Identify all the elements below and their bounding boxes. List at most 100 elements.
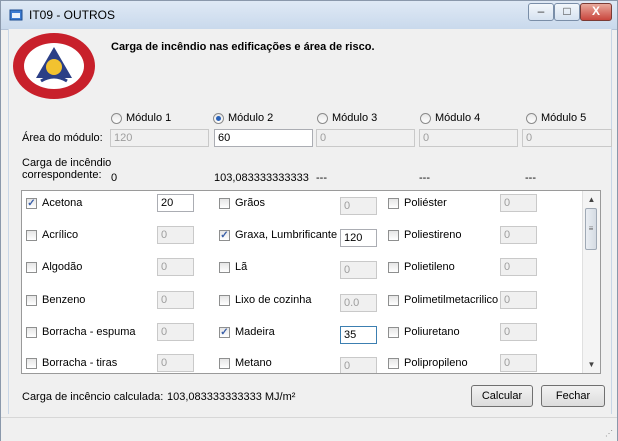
checkbox-acrilico[interactable]: Acrílico (26, 229, 78, 241)
area-input-modulo-2[interactable]: 60 (214, 129, 313, 147)
checkbox-madeira[interactable]: ✓ Madeira (219, 326, 275, 338)
checkbox-la[interactable]: Lã (219, 261, 247, 273)
checkbox-label: Poliestireno (404, 229, 462, 241)
input-metano[interactable]: 0 (340, 357, 377, 373)
checkbox-icon[interactable] (26, 326, 37, 338)
close-button[interactable]: X (580, 3, 612, 21)
checkbox-icon[interactable] (26, 261, 37, 273)
input-graos[interactable]: 0 (340, 197, 377, 215)
checkbox-borracha-tiras[interactable]: Borracha - tiras (26, 357, 117, 369)
checkbox-graxa-lumbrificante[interactable]: ✓ Graxa, Lumbrificante (219, 229, 337, 241)
checkbox-polimetilmetacrilico[interactable]: Polimetilmetacrilico (388, 294, 498, 306)
input-polietileno[interactable]: 0 (500, 258, 537, 276)
calcular-button[interactable]: Calcular (471, 385, 533, 407)
area-input-modulo-1[interactable]: 120 (110, 129, 209, 147)
radio-button-icon[interactable] (213, 112, 224, 124)
radio-modulo-4[interactable]: Módulo 4 (420, 112, 480, 124)
checkbox-checked-icon[interactable]: ✓ (219, 326, 230, 338)
fechar-button[interactable]: Fechar (541, 385, 605, 407)
checkbox-icon[interactable] (388, 294, 399, 306)
materials-panel[interactable]: ✓ Acetona 20 Acrílico 0 Algodão 0 Benzeno… (21, 190, 601, 374)
app-icon (9, 9, 23, 21)
input-poliester[interactable]: 0 (500, 194, 537, 212)
input-acrilico[interactable]: 0 (157, 226, 194, 244)
input-benzeno[interactable]: 0 (157, 291, 194, 309)
maximize-button[interactable]: □ (554, 3, 580, 21)
scroll-up-arrow-icon[interactable]: ▲ (583, 191, 600, 208)
checkbox-label: Madeira (235, 326, 275, 338)
checkbox-checked-icon[interactable]: ✓ (219, 229, 230, 241)
checkbox-icon[interactable] (219, 357, 230, 369)
checkbox-label: Acrílico (42, 229, 79, 241)
checkbox-acetona[interactable]: ✓ Acetona (26, 197, 82, 209)
scrollbar-thumb[interactable]: ≡ (585, 208, 597, 250)
checkbox-poliestireno[interactable]: Poliestireno (388, 229, 461, 241)
input-poliuretano[interactable]: 0 (500, 323, 537, 341)
checkbox-checked-icon[interactable]: ✓ (26, 197, 37, 209)
checkbox-label: Grãos (235, 197, 265, 209)
checkbox-icon[interactable] (388, 197, 399, 209)
resize-grip-icon[interactable]: ⋰ (605, 429, 613, 438)
checkbox-label: Polimetilmetacrilico (404, 294, 499, 306)
radio-button-icon[interactable] (111, 112, 122, 124)
scroll-down-arrow-icon[interactable]: ▼ (583, 356, 600, 373)
checkbox-icon[interactable] (26, 229, 37, 241)
radio-modulo-5[interactable]: Módulo 5 (526, 112, 586, 124)
checkbox-poliuretano[interactable]: Poliuretano (388, 326, 460, 338)
area-input-modulo-3[interactable]: 0 (316, 129, 415, 147)
radio-modulo-3[interactable]: Módulo 3 (317, 112, 377, 124)
checkbox-label: Graxa, Lumbrificante (235, 229, 338, 241)
radio-button-icon[interactable] (317, 112, 328, 124)
checkbox-icon[interactable] (219, 294, 230, 306)
checkbox-algodao[interactable]: Algodão (26, 261, 82, 273)
input-lixo-de-cozinha[interactable]: 0.0 (340, 294, 377, 312)
checkbox-icon[interactable] (219, 197, 230, 209)
checkbox-label: Polipropileno (404, 357, 468, 369)
title-bar[interactable]: IT09 - OUTROS – □ X (1, 1, 617, 30)
result-label: Carga de incêncio calculada: (22, 391, 164, 403)
checkbox-icon[interactable] (388, 357, 399, 369)
area-input-modulo-5[interactable]: 0 (522, 129, 612, 147)
carga-modulo-4: --- (419, 172, 430, 184)
checkbox-icon[interactable] (26, 357, 37, 369)
radio-modulo-1[interactable]: Módulo 1 (111, 112, 171, 124)
checkbox-label: Poliéster (404, 197, 447, 209)
checkbox-borracha-espuma[interactable]: Borracha - espuma (26, 326, 136, 338)
radio-button-icon[interactable] (420, 112, 431, 124)
checkbox-poliester[interactable]: Poliéster (388, 197, 447, 209)
checkbox-icon[interactable] (388, 261, 399, 273)
checkbox-label: Acetona (42, 197, 83, 209)
input-poliestireno[interactable]: 0 (500, 226, 537, 244)
minimize-button[interactable]: – (528, 3, 554, 21)
vertical-scrollbar[interactable]: ▲ ≡ ▼ (582, 191, 600, 373)
input-borracha-tiras[interactable]: 0 (157, 354, 194, 372)
checkbox-icon[interactable] (26, 294, 37, 306)
carga-modulo-5: --- (525, 172, 536, 184)
checkbox-label: Borracha - tiras (42, 357, 118, 369)
checkbox-graos[interactable]: Grãos (219, 197, 265, 209)
carga-label-line1: Carga de incêndio (22, 157, 112, 169)
checkbox-icon[interactable] (219, 261, 230, 273)
checkbox-lixo-de-cozinha[interactable]: Lixo de cozinha (219, 294, 311, 306)
checkbox-icon[interactable] (388, 326, 399, 338)
input-madeira[interactable]: 35 (340, 326, 377, 344)
input-acetona[interactable]: 20 (157, 194, 194, 212)
radio-label: Módulo 2 (228, 112, 274, 124)
radio-button-icon[interactable] (526, 112, 537, 124)
input-graxa-lumbrificante[interactable]: 120 (340, 229, 377, 247)
radio-modulo-2[interactable]: Módulo 2 (213, 112, 273, 124)
checkbox-metano[interactable]: Metano (219, 357, 272, 369)
input-la[interactable]: 0 (340, 261, 377, 279)
checkbox-polipropileno[interactable]: Polipropileno (388, 357, 468, 369)
checkbox-icon[interactable] (388, 229, 399, 241)
area-input-modulo-4[interactable]: 0 (419, 129, 518, 147)
input-borracha-espuma[interactable]: 0 (157, 323, 194, 341)
input-polimetilmetacrilico[interactable]: 0 (500, 291, 537, 309)
checkbox-label: Metano (235, 357, 272, 369)
carga-modulo-2: 103,083333333333 (214, 172, 309, 184)
input-polipropileno[interactable]: 0 (500, 354, 537, 372)
carga-label-line2: correspondente: (22, 169, 102, 181)
checkbox-polietileno[interactable]: Polietileno (388, 261, 455, 273)
input-algodao[interactable]: 0 (157, 258, 194, 276)
checkbox-benzeno[interactable]: Benzeno (26, 294, 85, 306)
